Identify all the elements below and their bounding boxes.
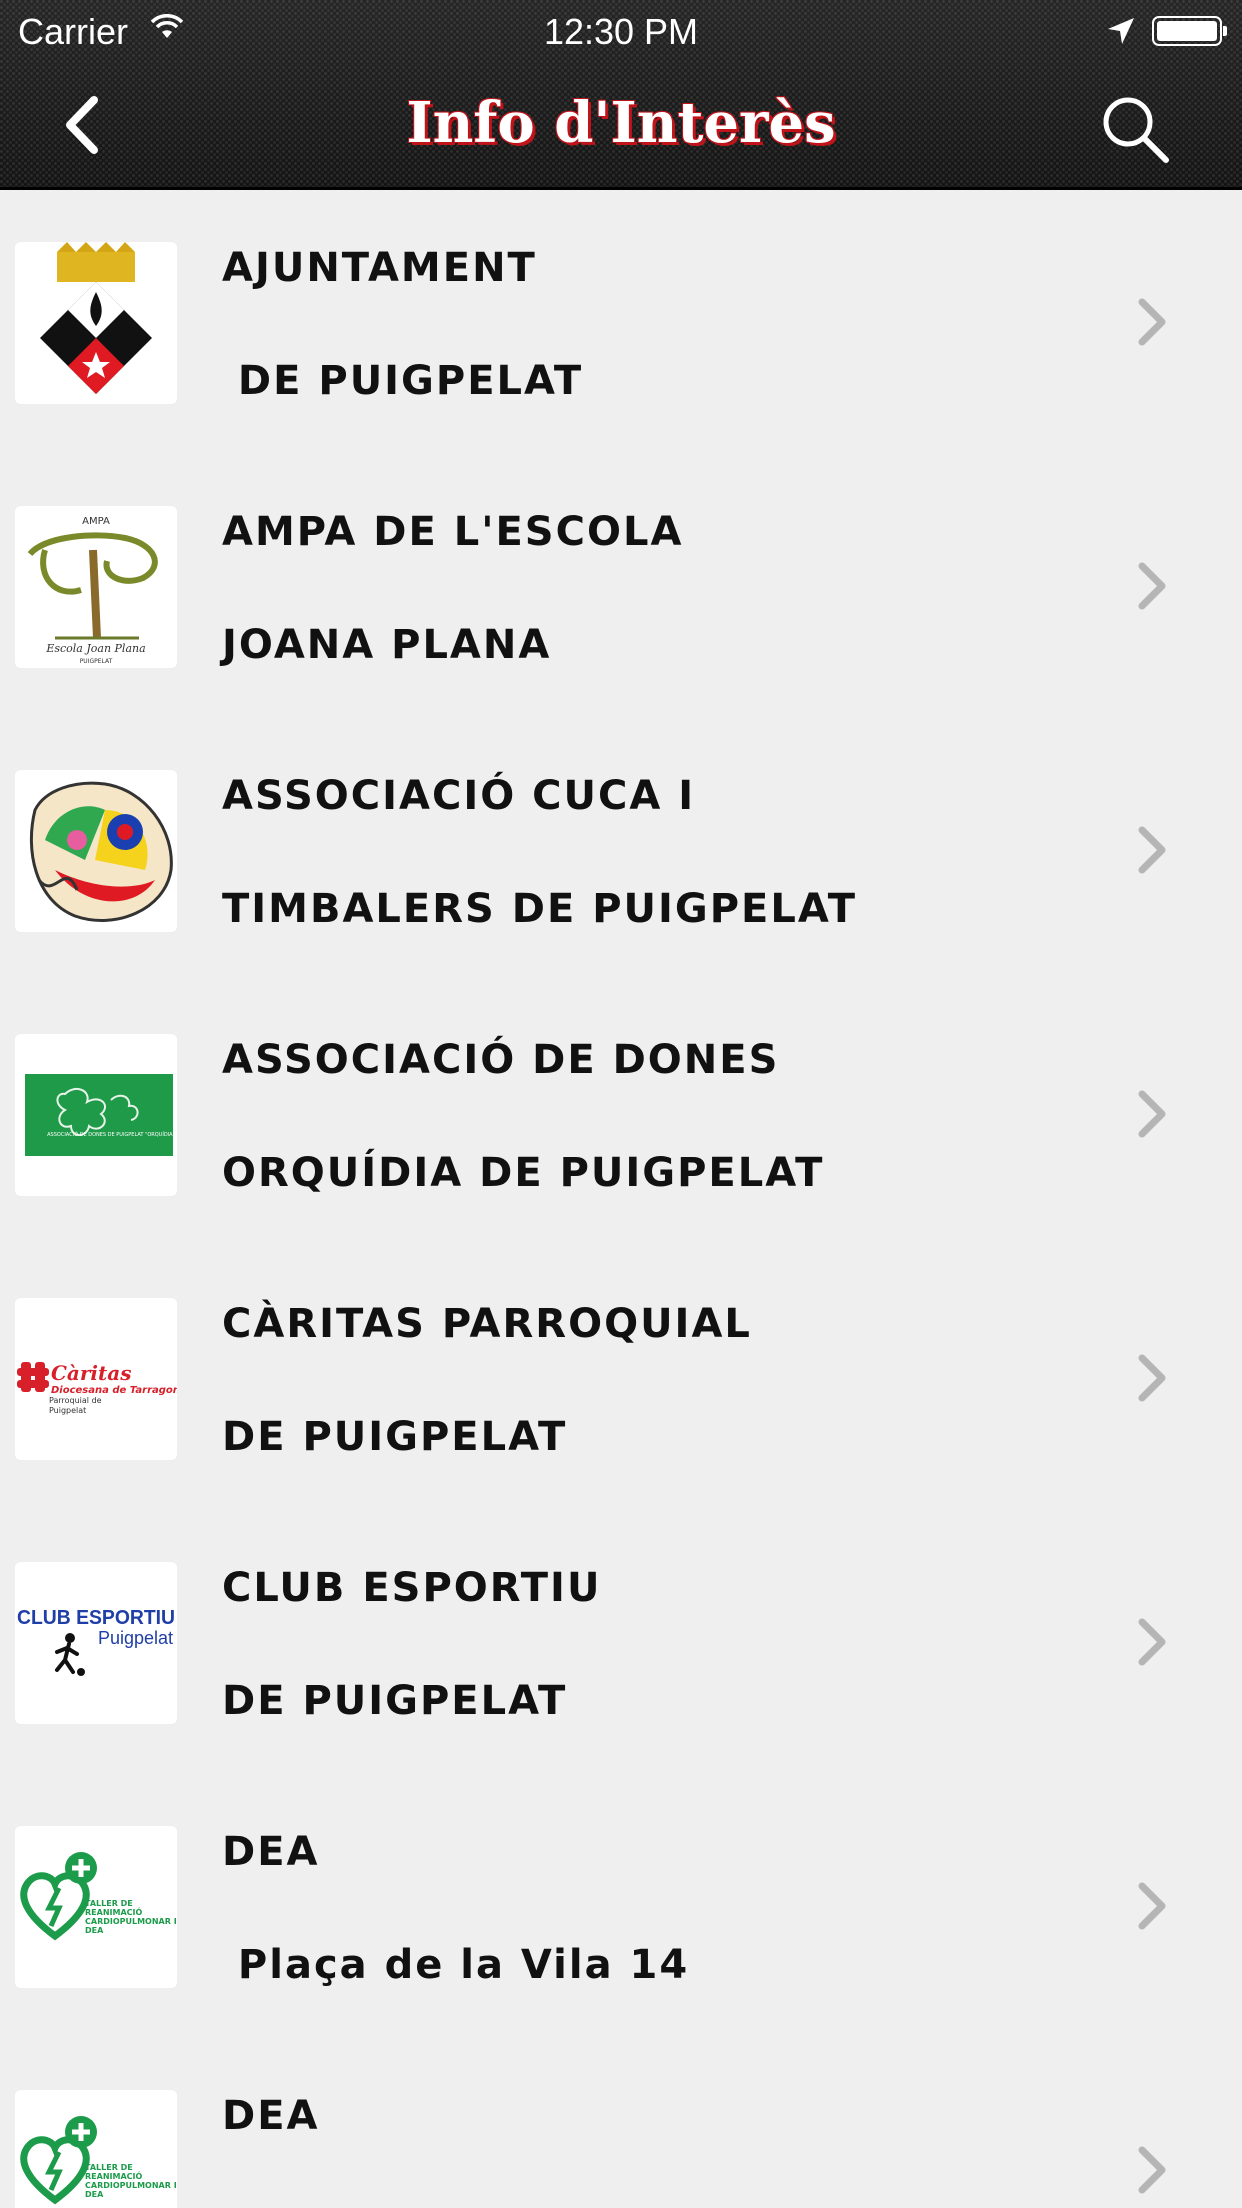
list-item-ajuntament[interactable]: AJUNTAMENT DE PUIGPELAT (0, 190, 1242, 454)
status-time: 12:30 PM (543, 11, 699, 52)
dea-logo-line2: REANIMACIÓ (85, 2170, 142, 2181)
header: Carrier 12:30 PM Info d'Interès (0, 0, 1242, 190)
list-item-caritas[interactable]: Càritas Diocesana de Tarragona Parroquia… (0, 1246, 1242, 1510)
orchid-logo-text: ASSOCIACIÓ DE DONES DE PUIGPELAT "ORQUÍD… (47, 1131, 175, 1138)
chevron-right-icon (1138, 562, 1166, 610)
caritas-logo-parroquial: Parroquial de (49, 1396, 102, 1405)
list-item-dea[interactable]: TALLER DE REANIMACIÓ CARDIOPULMONAR I DE… (0, 2038, 1242, 2208)
caritas-logo: Càritas Diocesana de Tarragona Parroquia… (15, 1298, 177, 1460)
ampa-logo-sub-text: PUIGPELAT (80, 658, 113, 665)
club-esportiu-logo: CLUB ESPORTIU Puigpelat (15, 1562, 177, 1724)
chevron-right-icon (1138, 826, 1166, 874)
chevron-right-icon (1138, 1882, 1166, 1930)
item-title-line1: ASSOCIACIÓ CUCA I (222, 773, 696, 819)
chevron-right-icon (1138, 2146, 1166, 2194)
item-title-line2: ORQUÍDIA DE PUIGPELAT (222, 1150, 825, 1196)
dea-logo-line4: DEA (85, 1926, 104, 1935)
ampa-logo-bottom-text: Escola Joan Plana (45, 642, 145, 655)
chevron-right-icon (1138, 1618, 1166, 1666)
item-title-line1: CÀRITAS PARROQUIAL (222, 1301, 752, 1347)
dea-logo-line3: CARDIOPULMONAR I (85, 1917, 177, 1926)
club-logo-title: CLUB ESPORTIU (17, 1607, 175, 1629)
caritas-logo-diocese: Diocesana de Tarragona (51, 1385, 177, 1396)
list-item-dea-placa-vila[interactable]: TALLER DE REANIMACIÓ CARDIOPULMONAR I DE… (0, 1774, 1242, 2038)
chevron-right-icon (1138, 298, 1166, 346)
chevron-right-icon (1138, 1090, 1166, 1138)
search-icon (1103, 97, 1169, 163)
battery-icon (1152, 16, 1227, 46)
search-button[interactable] (1096, 90, 1176, 170)
dea-logo-line2: REANIMACIÓ (85, 1906, 142, 1917)
item-title-line1: CLUB ESPORTIU (222, 1565, 602, 1611)
item-title-line2: Plaça de la Vila 14 (222, 1942, 690, 1988)
orchid-green-banner-logo: ASSOCIACIÓ DE DONES DE PUIGPELAT "ORQUÍD… (15, 1034, 177, 1196)
caritas-logo-name: Càritas (51, 1361, 131, 1385)
list-item-dones-orquidia[interactable]: ASSOCIACIÓ DE DONES DE PUIGPELAT "ORQUÍD… (0, 982, 1242, 1246)
item-title-line1: AMPA DE L'ESCOLA (222, 509, 684, 555)
item-title-line2: DE PUIGPELAT (222, 358, 584, 404)
page-title: Info d'Interès (406, 90, 836, 156)
colorful-face-logo (15, 770, 177, 932)
chevron-right-icon (1138, 1354, 1166, 1402)
club-logo-town: Puigpelat (98, 1628, 173, 1648)
list-item-cuca-timbalers[interactable]: ASSOCIACIÓ CUCA I TIMBALERS DE PUIGPELAT (0, 718, 1242, 982)
item-title-line2: DE PUIGPELAT (222, 1678, 568, 1724)
item-title-line1: AJUNTAMENT (222, 245, 537, 291)
dea-logo-line4: DEA (85, 2190, 104, 2199)
app-screen: Carrier 12:30 PM Info d'Interès AJUNTAME… (0, 0, 1242, 2208)
item-title-line1: DEA (222, 1829, 320, 1875)
list-item-club-esportiu[interactable]: CLUB ESPORTIU Puigpelat CLUB ESPORTIU DE… (0, 1510, 1242, 1774)
caritas-logo-town: Puigpelat (49, 1406, 86, 1415)
item-title-line1: ASSOCIACIÓ DE DONES (222, 1037, 780, 1083)
dea-logo-line3: CARDIOPULMONAR I (85, 2181, 177, 2190)
info-list: AJUNTAMENT DE PUIGPELAT AMPA Escola Joan… (0, 190, 1242, 2208)
item-title-line2: DE PUIGPELAT (222, 1414, 568, 1460)
dea-heart-logo: TALLER DE REANIMACIÓ CARDIOPULMONAR I DE… (15, 2090, 177, 2208)
dea-logo-line1: TALLER DE (85, 2163, 133, 2172)
dea-heart-logo: TALLER DE REANIMACIÓ CARDIOPULMONAR I DE… (15, 1826, 177, 1988)
item-title-line1: DEA (222, 2093, 320, 2139)
ampa-tree-logo: AMPA Escola Joan Plana PUIGPELAT (15, 506, 177, 668)
item-title-line2: JOANA PLANA (222, 622, 552, 668)
list-item-ampa[interactable]: AMPA Escola Joan Plana PUIGPELAT AMPA DE… (0, 454, 1242, 718)
ampa-logo-top-text: AMPA (82, 516, 110, 527)
town-coat-of-arms-logo (15, 242, 177, 404)
item-title-line2: TIMBALERS DE PUIGPELAT (222, 886, 857, 932)
location-arrow-icon (1106, 16, 1136, 50)
dea-logo-line1: TALLER DE (85, 1899, 133, 1908)
